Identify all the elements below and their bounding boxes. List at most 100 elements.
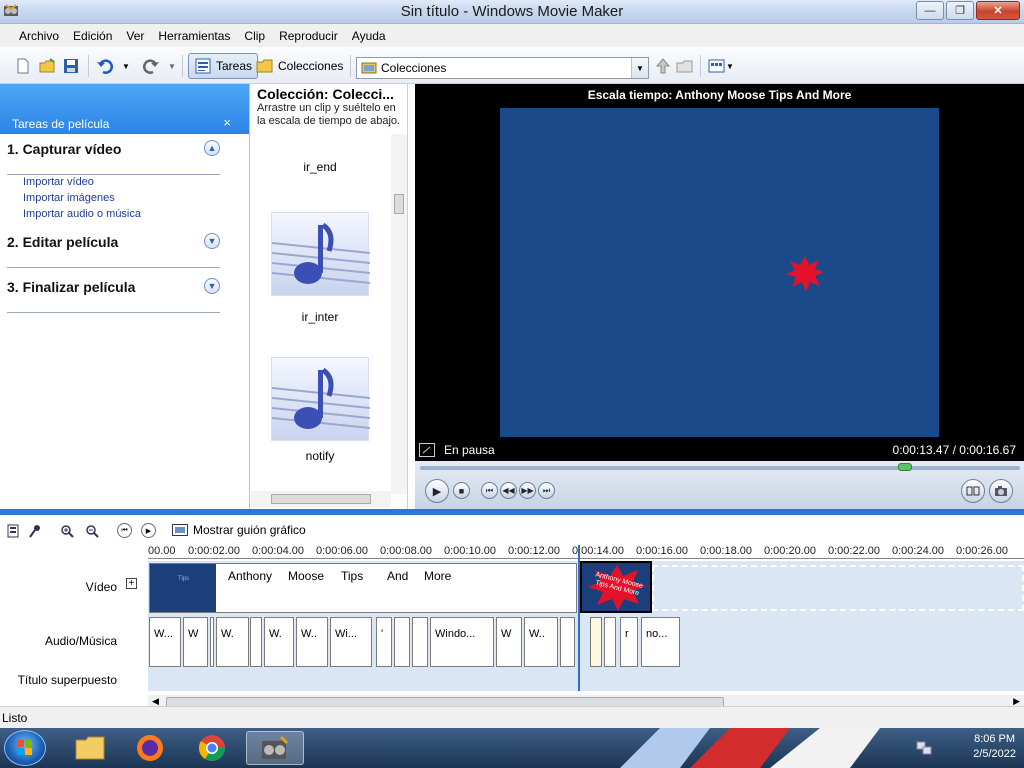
audio-clip[interactable]: W	[183, 617, 208, 667]
chrome-taskbar-button[interactable]	[184, 731, 240, 765]
rewind-timeline-icon[interactable]: ⏮	[117, 523, 132, 538]
timeline-panel: ⏮ ▶ Mostrar guión gráfico 00.00 0:00:02.…	[0, 509, 1024, 710]
timeline-options-icon[interactable]	[6, 524, 20, 541]
movie-maker-taskbar-button[interactable]	[246, 731, 304, 765]
narrate-microphone-icon[interactable]	[28, 524, 42, 541]
tasks-toggle-button[interactable]: Tareas	[188, 53, 259, 79]
time-ruler[interactable]: 00.00 0:00:02.00 0:00:04.00 0:00:06.00 0…	[148, 545, 1024, 559]
menu-archivo[interactable]: Archivo	[12, 29, 66, 43]
windows-logo-icon	[17, 740, 32, 755]
audio-clip[interactable]: Windo...	[430, 617, 494, 667]
audio-clip[interactable]: W	[496, 617, 522, 667]
start-button[interactable]	[4, 730, 46, 766]
close-button[interactable]: ✕	[976, 1, 1020, 20]
close-pane-icon[interactable]: ×	[223, 115, 231, 130]
playhead[interactable]	[578, 545, 580, 691]
undo-dropdown-chevron-icon[interactable]: ▼	[122, 55, 130, 77]
audio-clip[interactable]	[394, 617, 410, 667]
zoom-in-icon[interactable]	[60, 524, 74, 541]
audio-clip[interactable]	[604, 617, 616, 667]
zoom-out-icon[interactable]	[85, 524, 99, 541]
collection-clip-ir-inter[interactable]: ir_inter	[271, 212, 371, 324]
views-button[interactable]: ▼	[708, 55, 734, 77]
dragged-clip[interactable]: Anthony Moose Tips And More	[580, 561, 652, 613]
redo-dropdown-chevron-icon[interactable]: ▼	[168, 55, 176, 77]
audio-clip[interactable]: W.	[264, 617, 294, 667]
video-track[interactable]: Tips Anthony Moose Tips And More Anthony…	[148, 561, 1024, 615]
menu-edicion[interactable]: Edición	[66, 29, 119, 43]
show-storyboard-button[interactable]: Mostrar guión gráfico	[172, 523, 306, 537]
combo-chevron-down-icon[interactable]: ▼	[631, 58, 648, 78]
network-tray-icon[interactable]	[916, 740, 932, 759]
collections-toggle-button[interactable]: Colecciones	[256, 55, 343, 77]
forward-button[interactable]: ▶▶	[519, 482, 536, 499]
split-clip-button[interactable]	[961, 479, 985, 503]
audio-clip[interactable]	[250, 617, 262, 667]
chevron-up-icon[interactable]: ▲	[204, 140, 220, 156]
menu-reproducir[interactable]: Reproducir	[272, 29, 345, 43]
firefox-taskbar-button[interactable]	[122, 731, 178, 765]
audio-clip[interactable]	[560, 617, 575, 667]
collection-vertical-scrollbar[interactable]	[391, 134, 407, 494]
menu-herramientas[interactable]: Herramientas	[151, 29, 237, 43]
collection-horizontal-scrollbar[interactable]	[251, 491, 391, 507]
import-audio-link[interactable]: Importar audio o música	[23, 208, 141, 220]
minimize-button[interactable]: —	[916, 1, 944, 20]
scroll-thumb[interactable]	[271, 494, 371, 504]
split-preview-icon[interactable]	[419, 443, 435, 457]
collection-clip-notify[interactable]: notify	[271, 357, 371, 463]
audio-clip[interactable]: W.	[216, 617, 249, 667]
section-edit-movie[interactable]: 2. Editar película ▼	[7, 233, 220, 268]
menu-ver[interactable]: Ver	[119, 29, 151, 43]
collection-clip-ir-end[interactable]: ir_end	[271, 136, 369, 174]
import-video-link[interactable]: Importar vídeo	[23, 176, 94, 188]
up-level-button[interactable]	[654, 55, 672, 77]
title-overlay-track[interactable]	[148, 669, 1024, 691]
take-picture-button[interactable]	[989, 479, 1013, 503]
section-capture-video[interactable]: 1. Capturar vídeo ▲	[7, 140, 220, 175]
maximize-button[interactable]: ❐	[946, 1, 974, 20]
collections-combo[interactable]: Colecciones ▼	[356, 57, 649, 79]
section-finish-movie[interactable]: 3. Finalizar película ▼	[7, 278, 220, 313]
ruler-tick: 00.00	[148, 545, 176, 557]
audio-clip[interactable]: r	[620, 617, 638, 667]
audio-clip[interactable]: W..	[524, 617, 558, 667]
clip-label: ir_end	[303, 160, 337, 174]
audio-clip[interactable]: Wi...	[330, 617, 372, 667]
save-project-button[interactable]	[62, 55, 80, 77]
audio-clip[interactable]: '	[376, 617, 392, 667]
stop-button[interactable]: ■	[453, 482, 470, 499]
playback-controls: ▶ ■ ⏮ ◀◀ ▶▶ ⏭	[415, 461, 1024, 509]
open-project-button[interactable]	[38, 55, 56, 77]
audio-clip[interactable]: no...	[641, 617, 680, 667]
audio-clip[interactable]	[210, 617, 214, 667]
audio-clip[interactable]: W...	[149, 617, 181, 667]
video-clip[interactable]: Tips Anthony Moose Tips And More	[149, 563, 577, 613]
system-clock[interactable]: 8:06 PM 2/5/2022	[973, 732, 1016, 762]
audio-track-label: Audio/Música	[44, 634, 117, 648]
seek-thumb[interactable]	[897, 463, 912, 471]
audio-clip[interactable]	[590, 617, 602, 667]
import-images-link[interactable]: Importar imágenes	[23, 192, 115, 204]
undo-button[interactable]	[96, 55, 114, 77]
ruler-tick: 0:00:16.00	[636, 545, 688, 557]
audio-clip[interactable]: W..	[296, 617, 328, 667]
redo-button[interactable]	[142, 55, 160, 77]
menu-ayuda[interactable]: Ayuda	[345, 29, 393, 43]
explorer-taskbar-button[interactable]	[62, 731, 118, 765]
previous-frame-button[interactable]: ⏮	[481, 482, 498, 499]
audio-track[interactable]: W... W W. W. W.. Wi... ' Windo... W W.. …	[148, 615, 1024, 669]
new-collection-folder-button[interactable]	[676, 55, 694, 77]
chevron-down-icon[interactable]: ▼	[204, 233, 220, 249]
audio-clip[interactable]	[412, 617, 428, 667]
chevron-down-icon[interactable]: ▼	[204, 278, 220, 294]
scroll-thumb[interactable]	[394, 194, 404, 214]
seek-bar[interactable]	[420, 466, 1020, 470]
expand-track-icon[interactable]: +	[126, 578, 137, 589]
next-frame-button[interactable]: ⏭	[538, 482, 555, 499]
rewind-button[interactable]: ◀◀	[500, 482, 517, 499]
menu-clip[interactable]: Clip	[237, 29, 272, 43]
new-project-button[interactable]	[14, 55, 32, 77]
play-timeline-icon[interactable]: ▶	[141, 523, 156, 538]
play-button[interactable]: ▶	[425, 479, 449, 503]
